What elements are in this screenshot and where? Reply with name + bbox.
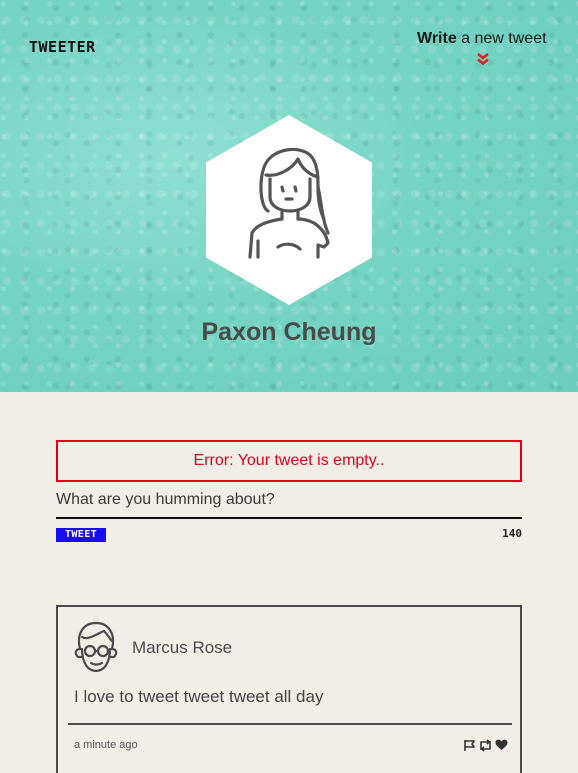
tweet-input[interactable] [56,483,522,519]
profile-name: Paxon Cheung [201,318,377,346]
tweet-text: I love to tweet tweet tweet all day [74,687,324,706]
app-logo[interactable]: TWEETER [29,38,96,56]
heart-icon[interactable] [495,739,508,751]
tweet-username: Marcus Rose [132,638,233,657]
profile-avatar [206,115,372,305]
write-new-tweet-link[interactable]: Write a new tweet [417,30,557,48]
error-message: Error: Your tweet is empty.. [56,440,522,482]
retweet-icon[interactable] [478,738,493,752]
tweet-button[interactable]: TWEET [56,528,106,542]
character-counter: 140 [502,527,522,540]
tweet-actions [463,738,508,752]
error-text: Error: Your tweet is empty.. [193,452,385,469]
flag-icon[interactable] [463,739,476,752]
tweet-divider [68,723,512,725]
tweet-user-avatar [70,619,122,675]
write-label-rest: a new tweet [456,30,547,47]
profile-header: TWEETER Write a new tweet Paxon Cheung [0,0,578,392]
tweet-card: Marcus Rose I love to tweet tweet tweet … [56,605,522,773]
chevron-double-down-icon[interactable] [476,51,490,70]
write-label-bold: Write [417,30,457,47]
tweet-timestamp: a minute ago [74,739,138,751]
